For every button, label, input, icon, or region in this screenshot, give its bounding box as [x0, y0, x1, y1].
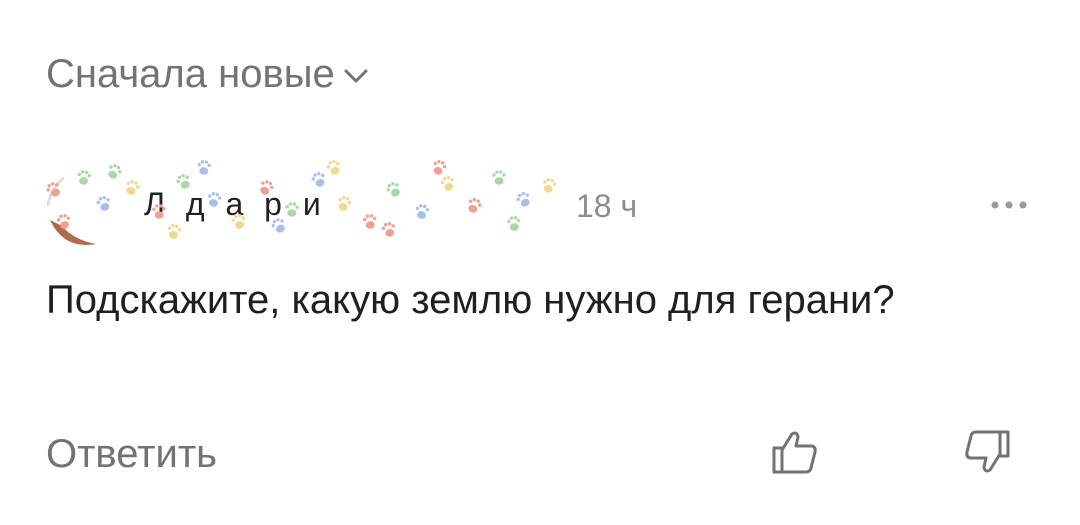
avatar[interactable] [44, 168, 124, 248]
paw-print-icon [363, 214, 377, 229]
paw-print-icon [126, 179, 140, 195]
comment-header: Л д а р и 18 ч [44, 160, 1034, 248]
sort-label: Сначала новые [46, 52, 335, 96]
paw-print-icon [468, 197, 482, 213]
dislike-button[interactable] [962, 428, 1012, 476]
comment-body: Подскажите, какую землю нужно для герани… [46, 278, 895, 322]
paw-print-icon [197, 160, 211, 175]
paw-print-icon [440, 175, 454, 191]
more-dots-icon [991, 201, 1027, 209]
paw-print-icon [543, 178, 557, 193]
paw-print-icon [386, 182, 400, 197]
thumbs-up-icon [772, 431, 817, 474]
paw-print-icon [415, 204, 430, 219]
paw-print-icon [381, 221, 395, 237]
comment-timestamp: 18 ч [576, 188, 638, 224]
sort-dropdown[interactable]: Сначала новые [46, 50, 369, 98]
chevron-down-icon [344, 69, 368, 83]
reply-button[interactable]: Ответить [46, 430, 217, 478]
paw-print-icon [433, 160, 447, 175]
more-options-button[interactable] [984, 190, 1034, 220]
author-name[interactable]: Л д а р и [144, 186, 327, 223]
paw-print-icon [326, 160, 340, 175]
thumbs-down-icon [965, 430, 1010, 473]
like-button[interactable] [770, 428, 820, 476]
paw-print-icon [492, 170, 506, 185]
paw-print-icon [338, 195, 352, 211]
paw-print-icon [507, 216, 521, 231]
paw-print-icon [167, 224, 182, 239]
paw-print-icon [516, 192, 530, 207]
